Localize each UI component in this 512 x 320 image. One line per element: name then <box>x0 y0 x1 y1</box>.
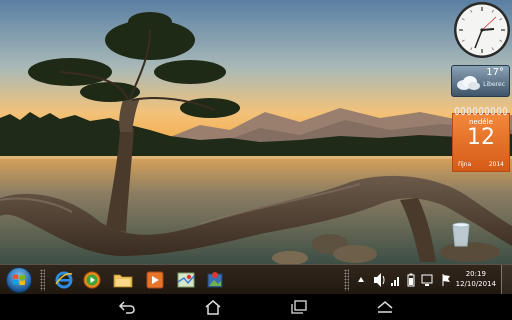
back-icon <box>118 301 135 314</box>
recycle-bin-icon[interactable] <box>450 222 472 248</box>
media-player-icon <box>83 271 101 289</box>
menu-up-icon <box>377 301 393 313</box>
taskbar-video-player[interactable] <box>143 268 167 292</box>
home-button[interactable] <box>198 297 228 317</box>
taskbar: 20:19 12/10/2014 <box>0 264 512 295</box>
home-icon <box>205 300 221 315</box>
tray-time: 20:19 <box>465 270 486 278</box>
start-button[interactable] <box>4 266 34 294</box>
tray-date: 12/10/2014 <box>455 280 496 288</box>
video-player-icon <box>146 271 164 289</box>
taskbar-file-explorer[interactable] <box>111 268 135 292</box>
show-desktop-button[interactable] <box>501 265 512 295</box>
action-center-flag-icon[interactable] <box>440 265 452 295</box>
maps-icon <box>177 272 195 288</box>
taskbar-grip[interactable] <box>40 269 45 291</box>
clock-hour-hand <box>481 28 495 31</box>
taskbar-photos[interactable] <box>203 268 227 292</box>
menu-button[interactable] <box>370 297 400 317</box>
recent-apps-icon <box>291 300 307 314</box>
clock-gadget[interactable] <box>452 0 512 60</box>
internet-explorer-icon <box>55 271 73 289</box>
taskbar-maps[interactable] <box>174 268 198 292</box>
volume-icon[interactable] <box>372 265 386 295</box>
recent-apps-button[interactable] <box>284 297 314 317</box>
windows-start-icon <box>6 267 32 293</box>
back-button[interactable] <box>112 297 142 317</box>
weather-gadget[interactable]: 17° Liberec <box>451 65 510 97</box>
weather-city: Liberec <box>483 81 505 88</box>
signal-icon[interactable] <box>390 265 402 295</box>
taskbar-internet-explorer[interactable] <box>52 268 76 292</box>
tray-clock[interactable]: 20:19 12/10/2014 <box>456 269 496 289</box>
battery-icon[interactable] <box>406 265 416 295</box>
taskbar-media-player[interactable] <box>80 268 104 292</box>
android-navigation-bar <box>0 294 512 320</box>
tray-grip[interactable] <box>344 269 349 291</box>
calendar-page: neděle 12 října 2014 <box>452 113 510 172</box>
calendar-year: 2014 <box>488 161 504 168</box>
weather-temperature: 17° <box>486 67 504 78</box>
desktop-wallpaper <box>0 0 512 264</box>
photos-icon <box>207 272 223 288</box>
calendar-gadget[interactable]: neděle 12 října 2014 <box>452 106 510 172</box>
tray-expand-icon[interactable] <box>356 265 366 295</box>
calendar-month: října <box>458 161 472 168</box>
calendar-rings <box>454 106 508 116</box>
cloud-icon <box>457 76 480 90</box>
network-icon[interactable] <box>420 265 434 295</box>
calendar-date: 12 <box>467 125 495 150</box>
file-explorer-icon <box>113 274 133 288</box>
